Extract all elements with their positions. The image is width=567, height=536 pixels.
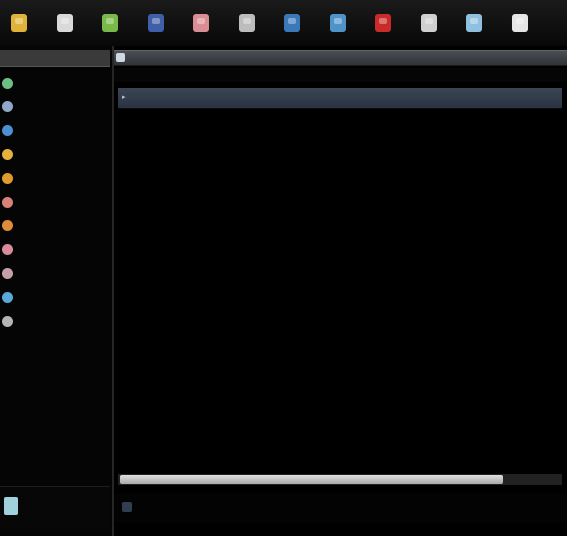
toolbar-button-4[interactable]	[141, 6, 171, 38]
drive-icon	[2, 315, 13, 327]
toolbar-button-3[interactable]	[95, 6, 125, 38]
file-view: ▸	[114, 46, 567, 536]
sidebar-item[interactable]	[2, 241, 110, 259]
download-icon	[2, 267, 13, 279]
folder-icon	[2, 148, 13, 160]
toolbar-button-9[interactable]	[368, 6, 398, 38]
sidebar-item[interactable]	[2, 122, 110, 140]
info-row	[114, 68, 567, 82]
sidebar-item[interactable]	[2, 98, 110, 116]
home-icon	[2, 77, 13, 89]
toolbar-button-11[interactable]	[459, 6, 489, 38]
toolbar-button-6[interactable]	[232, 6, 262, 38]
status-bar	[114, 494, 567, 522]
trash-icon	[2, 291, 13, 303]
sidebar-item[interactable]	[2, 217, 110, 235]
page-icon	[238, 14, 255, 32]
globe-icon	[284, 14, 300, 32]
toolbar-button-2[interactable]	[50, 6, 80, 38]
path-bar[interactable]	[114, 50, 567, 66]
status-icon	[122, 502, 132, 512]
leaf-icon	[102, 14, 118, 32]
location-icon	[116, 53, 125, 62]
network-icon	[2, 125, 13, 137]
sidebar-item[interactable]	[2, 145, 110, 163]
desktop-icon	[2, 101, 13, 113]
toolbar-button-1[interactable]	[4, 6, 34, 38]
picture-icon	[2, 220, 13, 232]
document-icon	[56, 14, 73, 32]
scrollbar-thumb[interactable]	[120, 475, 503, 484]
toolbar-button-5[interactable]	[186, 6, 216, 38]
column-headers[interactable]: ▸	[118, 88, 562, 109]
toolbar-button-10[interactable]	[414, 6, 444, 38]
clipboard-icon	[420, 14, 437, 32]
arrow-icon	[466, 14, 482, 32]
sidebar	[0, 46, 114, 536]
device-icon	[4, 497, 18, 515]
folder-icon	[11, 14, 27, 32]
sidebar-item[interactable]	[2, 312, 110, 330]
sidebar-item[interactable]	[2, 264, 110, 282]
horizontal-scrollbar[interactable]	[118, 474, 562, 485]
sidebar-item[interactable]	[2, 169, 110, 187]
toolbar-button-12[interactable]	[505, 6, 535, 38]
image-icon	[193, 14, 209, 32]
sort-arrow-icon[interactable]: ▸	[122, 93, 126, 101]
sidebar-header[interactable]	[0, 50, 110, 67]
sidebar-item[interactable]	[2, 193, 110, 211]
toolbar-button-7[interactable]	[277, 6, 307, 38]
toolbar-button-8[interactable]	[323, 6, 353, 38]
monitor-icon	[147, 14, 164, 32]
video-icon	[2, 244, 13, 256]
sidebar-footer[interactable]	[0, 486, 110, 531]
file-list[interactable]	[118, 109, 562, 471]
music-icon	[2, 196, 13, 208]
drive-icon	[329, 14, 346, 32]
sidebar-item[interactable]	[2, 74, 110, 92]
folder-icon	[2, 172, 13, 184]
sheet-icon	[511, 14, 528, 32]
toolbar	[0, 0, 567, 46]
sidebar-item[interactable]	[2, 288, 110, 306]
stop-icon	[375, 14, 391, 32]
